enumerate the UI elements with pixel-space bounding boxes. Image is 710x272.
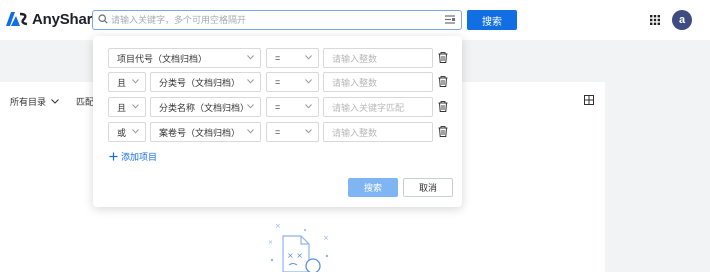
- svg-text:×: ×: [268, 239, 273, 246]
- svg-text:× ×: × ×: [287, 251, 303, 260]
- chevron-down-icon: [305, 55, 312, 60]
- directory-select-label: 所有目录: [10, 97, 47, 107]
- field-select-value: 分类号（文档归档）: [159, 77, 241, 88]
- value-input[interactable]: 请输入整数: [323, 48, 433, 68]
- operator-select[interactable]: =: [266, 48, 319, 68]
- field-select[interactable]: 分类号（文档归档）: [150, 72, 261, 92]
- add-condition-button[interactable]: 添加项目: [109, 150, 157, 163]
- match-label: 匹配: [76, 97, 95, 107]
- delete-row-icon[interactable]: [438, 101, 448, 112]
- logic-select-value: 且: [117, 77, 127, 88]
- operator-select[interactable]: =: [266, 97, 319, 117]
- logic-select-value: 且: [117, 102, 127, 113]
- app-logo[interactable]: AnyShare: [6, 10, 101, 28]
- add-condition-label: 添加项目: [121, 152, 158, 162]
- chevron-down-icon: [247, 79, 254, 84]
- field-select[interactable]: 分类名称（文档归档）: [150, 97, 261, 117]
- view-toggle-icon[interactable]: [584, 95, 594, 105]
- delete-row-icon[interactable]: [438, 52, 448, 63]
- svg-text:×: ×: [323, 234, 329, 242]
- chevron-down-icon: [132, 129, 139, 134]
- operator-select-value: =: [275, 77, 281, 87]
- field-select-value: 项目代号（文档归档）: [117, 53, 208, 64]
- operator-select[interactable]: =: [266, 72, 319, 92]
- app-name: AnyShare: [32, 10, 101, 28]
- logic-select-value: 或: [117, 127, 127, 138]
- cancel-button[interactable]: 取消: [403, 178, 453, 197]
- global-search-box[interactable]: [92, 10, 462, 30]
- chevron-down-icon: [305, 79, 312, 84]
- field-select-value: 案卷号（文档归档）: [159, 127, 241, 138]
- directory-select[interactable]: 所有目录: [10, 95, 59, 108]
- chevron-down-icon: [305, 129, 312, 134]
- value-input[interactable]: 请输入整数: [323, 122, 433, 142]
- svg-text:×: ×: [275, 222, 281, 230]
- field-select[interactable]: 项目代号（文档归档）: [108, 48, 261, 68]
- search-input[interactable]: [111, 12, 431, 28]
- condition-row: 或 案卷号（文档归档） = 请输入整数: [108, 122, 448, 142]
- condition-row: 且 分类号（文档归档） = 请输入整数: [108, 72, 448, 92]
- plus-icon: [109, 152, 118, 161]
- advanced-search-submit-button[interactable]: 搜索: [348, 178, 398, 197]
- chevron-down-icon: [51, 99, 59, 104]
- chevron-down-icon: [247, 104, 254, 109]
- chevron-down-icon: [247, 129, 254, 134]
- operator-select-value: =: [275, 127, 281, 137]
- search-icon: [98, 14, 108, 24]
- logic-select[interactable]: 且: [108, 72, 146, 92]
- logic-select[interactable]: 或: [108, 122, 146, 142]
- field-select-value: 分类名称（文档归档）: [159, 102, 250, 113]
- search-button[interactable]: 搜索: [467, 10, 517, 30]
- value-input[interactable]: 请输入整数: [323, 72, 433, 92]
- chevron-down-icon: [132, 79, 139, 84]
- top-bar: AnyShare 搜索 a: [0, 0, 710, 40]
- operator-select[interactable]: =: [266, 122, 319, 142]
- operator-select-value: =: [275, 102, 281, 112]
- anyshare-logo-icon: [6, 12, 28, 26]
- delete-row-icon[interactable]: [438, 76, 448, 87]
- chevron-down-icon: [305, 104, 312, 109]
- logic-select[interactable]: 且: [108, 97, 146, 117]
- value-input[interactable]: 请输入关键字匹配: [323, 97, 433, 117]
- chevron-down-icon: [132, 104, 139, 109]
- empty-result-illustration: × × × × ×: [268, 222, 329, 272]
- user-avatar[interactable]: a: [672, 10, 692, 30]
- field-select[interactable]: 案卷号（文档归档）: [150, 122, 261, 142]
- condition-row: 且 分类名称（文档归档） = 请输入关键字匹配: [108, 97, 448, 117]
- advanced-filter-icon[interactable]: [445, 15, 455, 24]
- apps-grid-icon[interactable]: [650, 15, 660, 25]
- chevron-down-icon: [247, 55, 254, 60]
- operator-select-value: =: [275, 53, 281, 63]
- condition-row: 项目代号（文档归档） = 请输入整数: [108, 48, 448, 68]
- delete-row-icon[interactable]: [438, 126, 448, 137]
- advanced-search-popup: 项目代号（文档归档） = 请输入整数 且 分类号（文档归档） = 请输入整数 且…: [93, 36, 462, 207]
